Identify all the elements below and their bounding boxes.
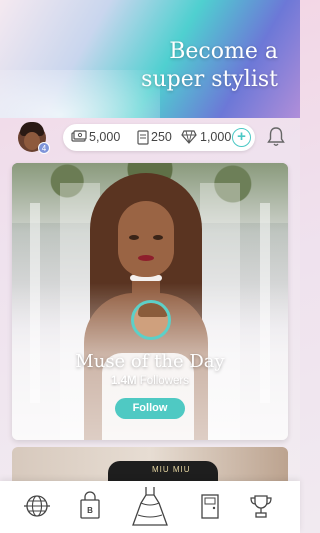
follow-button[interactable]: Follow <box>115 398 185 419</box>
muse-of-the-day-card[interactable]: Muse of the Day 1.4M Followers Follow <box>12 163 288 440</box>
banner-title: Become a super stylist <box>141 39 278 92</box>
shopping-bag-icon[interactable]: B <box>73 489 107 523</box>
trophy-icon[interactable] <box>244 489 278 523</box>
muse-avatar-hair <box>138 303 168 317</box>
lips <box>138 255 154 261</box>
shopping-bag-badge: B <box>87 506 93 515</box>
ticket-icon <box>137 130 149 148</box>
level-badge: 4 <box>38 142 50 154</box>
top-bar: 4 5,000 250 1,000 + <box>0 118 300 158</box>
cash-icon <box>71 130 87 147</box>
add-currency-button[interactable]: + <box>232 128 251 147</box>
dress-icon[interactable] <box>128 483 172 529</box>
eye <box>153 235 163 240</box>
cash-amount: 5,000 <box>89 130 121 144</box>
currency-bar[interactable]: 5,000 250 1,000 + <box>63 124 255 151</box>
door-icon[interactable] <box>193 489 227 523</box>
model-face <box>118 201 174 277</box>
muse-title: Muse of the Day <box>75 351 225 372</box>
globe-icon[interactable] <box>20 489 54 523</box>
promo-banner[interactable]: Become a super stylist <box>0 0 300 118</box>
diamond-icon <box>181 130 197 147</box>
muse-avatar[interactable] <box>131 300 171 340</box>
player-avatar[interactable]: 4 <box>18 122 50 154</box>
followers-label: Followers <box>139 375 189 387</box>
bell-icon[interactable] <box>266 126 286 148</box>
bottom-nav: B <box>0 481 300 533</box>
eye <box>129 235 139 240</box>
followers-number: 1.4M <box>111 375 137 387</box>
sunglasses-brand-text: MIU MIU <box>152 465 191 474</box>
followers-count: 1.4M Followers <box>12 375 288 387</box>
ticket-amount: 250 <box>151 130 172 144</box>
diamond-amount: 1,000 <box>200 130 232 144</box>
